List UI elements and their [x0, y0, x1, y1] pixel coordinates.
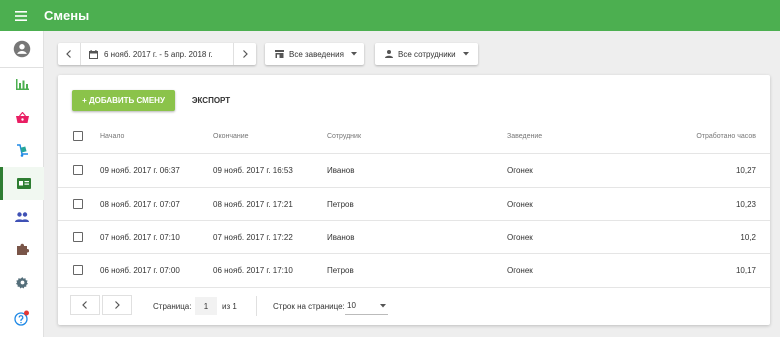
divider	[256, 296, 257, 316]
cell-hours: 10,2	[740, 232, 756, 242]
date-range-label: 6 нояб. 2017 г. - 5 апр. 2018 г.	[104, 49, 213, 59]
row-checkbox[interactable]	[73, 165, 83, 175]
table-row[interactable]: 09 нояб. 2017 г. 06:37 09 нояб. 2017 г. …	[58, 154, 770, 188]
page-title: Смены	[44, 8, 90, 23]
employee-filter[interactable]: Все сотрудники	[375, 43, 478, 65]
chevron-left-icon	[82, 301, 87, 309]
cell-start: 06 нояб. 2017 г. 07:00	[100, 266, 180, 275]
chevron-left-icon	[66, 50, 71, 58]
sidebar	[0, 31, 44, 337]
cell-venue: Огонек	[507, 199, 533, 209]
cell-employee: Петров	[327, 266, 354, 275]
table-row[interactable]: 06 нояб. 2017 г. 07:00 06 нояб. 2017 г. …	[58, 254, 770, 288]
hand-truck-icon	[16, 144, 28, 157]
chevron-right-icon	[115, 301, 120, 309]
people-icon	[15, 211, 29, 222]
venue-filter-label: Все заведения	[289, 49, 344, 59]
prev-page-button[interactable]	[70, 295, 100, 315]
cell-hours: 10,23	[735, 199, 756, 209]
help-circle-icon	[14, 310, 29, 326]
sidebar-item-employees[interactable]	[0, 200, 44, 233]
sidebar-item-shifts[interactable]	[0, 167, 44, 200]
sidebar-item-help[interactable]	[0, 301, 44, 334]
row-checkbox[interactable]	[73, 199, 83, 209]
cell-start: 08 нояб. 2017 г. 07:07	[100, 199, 180, 209]
export-button[interactable]: ЭКСПОРТ	[186, 90, 236, 111]
sidebar-item-orders[interactable]	[0, 101, 44, 134]
page-of-label: из 1	[222, 302, 237, 311]
page-label: Страница:	[153, 302, 192, 311]
sidebar-item-reports[interactable]	[0, 68, 44, 101]
dropdown-arrow-icon	[350, 52, 357, 56]
column-header-employee[interactable]: Сотрудник	[327, 119, 361, 153]
store-icon	[275, 50, 284, 58]
cell-hours: 10,17	[735, 266, 756, 275]
cell-end: 06 нояб. 2017 г. 17:10	[213, 266, 293, 275]
venue-filter[interactable]: Все заведения	[265, 43, 364, 65]
dropdown-arrow-icon	[380, 303, 386, 307]
sidebar-item-profile[interactable]	[0, 32, 44, 65]
badge-card-icon	[16, 178, 31, 189]
account-circle-icon	[13, 40, 31, 57]
table-header: Начало Окончание Сотрудник Заведение Отр…	[58, 119, 770, 154]
row-checkbox[interactable]	[73, 265, 83, 275]
pagination-bar: Страница: из 1 Строк на странице: 10	[58, 288, 770, 325]
date-prev-button[interactable]	[58, 43, 80, 65]
cell-end: 09 нояб. 2017 г. 16:53	[213, 166, 293, 175]
next-page-button[interactable]	[102, 295, 132, 315]
person-icon	[385, 50, 393, 58]
cell-start: 07 нояб. 2017 г. 07:10	[100, 232, 180, 242]
column-header-hours[interactable]: Отработано часов	[696, 119, 756, 153]
cell-venue: Огонек	[507, 166, 533, 175]
column-header-start[interactable]: Начало	[100, 119, 124, 153]
page-number-input[interactable]	[195, 297, 217, 315]
sidebar-item-settings[interactable]	[0, 266, 44, 299]
app-bar: Смены	[0, 0, 780, 31]
shifts-card: + ДОБАВИТЬ СМЕНУ ЭКСПОРТ Начало Окончани…	[58, 75, 770, 325]
date-range-filter: 6 нояб. 2017 г. - 5 апр. 2018 г.	[58, 43, 256, 65]
row-checkbox[interactable]	[73, 232, 83, 242]
select-all-checkbox[interactable]	[73, 131, 83, 141]
cell-employee: Иванов	[327, 166, 355, 175]
bar-chart-icon	[15, 79, 29, 90]
gear-icon	[15, 277, 28, 289]
rows-per-page-label: Строк на странице:	[273, 302, 345, 311]
basket-icon	[15, 112, 29, 123]
dropdown-arrow-icon	[462, 52, 469, 56]
puzzle-icon	[16, 243, 29, 255]
cell-end: 07 нояб. 2017 г. 17:22	[213, 232, 293, 242]
table-row[interactable]: 08 нояб. 2017 г. 07:07 08 нояб. 2017 г. …	[58, 188, 770, 221]
cell-hours: 10,27	[735, 166, 756, 175]
rows-per-page-select[interactable]: 10	[345, 297, 388, 315]
column-header-end[interactable]: Окончание	[213, 119, 249, 153]
cell-employee: Иванов	[327, 232, 355, 242]
cell-start: 09 нояб. 2017 г. 06:37	[100, 166, 180, 175]
sidebar-item-delivery[interactable]	[0, 134, 44, 167]
cell-venue: Огонек	[507, 232, 533, 242]
cell-venue: Огонек	[507, 266, 533, 275]
cell-end: 08 нояб. 2017 г. 17:21	[213, 199, 293, 209]
date-next-button[interactable]	[234, 43, 256, 65]
cell-employee: Петров	[327, 199, 354, 209]
rows-per-page-value: 10	[347, 301, 356, 310]
notification-dot	[24, 310, 29, 315]
employee-filter-label: Все сотрудники	[398, 49, 456, 59]
chevron-right-icon	[243, 50, 248, 58]
date-range-button[interactable]: 6 нояб. 2017 г. - 5 апр. 2018 г.	[81, 43, 233, 65]
add-shift-button[interactable]: + ДОБАВИТЬ СМЕНУ	[72, 90, 175, 111]
sidebar-item-plugins[interactable]	[0, 233, 44, 266]
table-row[interactable]: 07 нояб. 2017 г. 07:10 07 нояб. 2017 г. …	[58, 221, 770, 254]
hamburger-menu-icon[interactable]	[0, 0, 42, 31]
column-header-venue[interactable]: Заведение	[507, 119, 542, 153]
calendar-icon	[89, 49, 98, 59]
